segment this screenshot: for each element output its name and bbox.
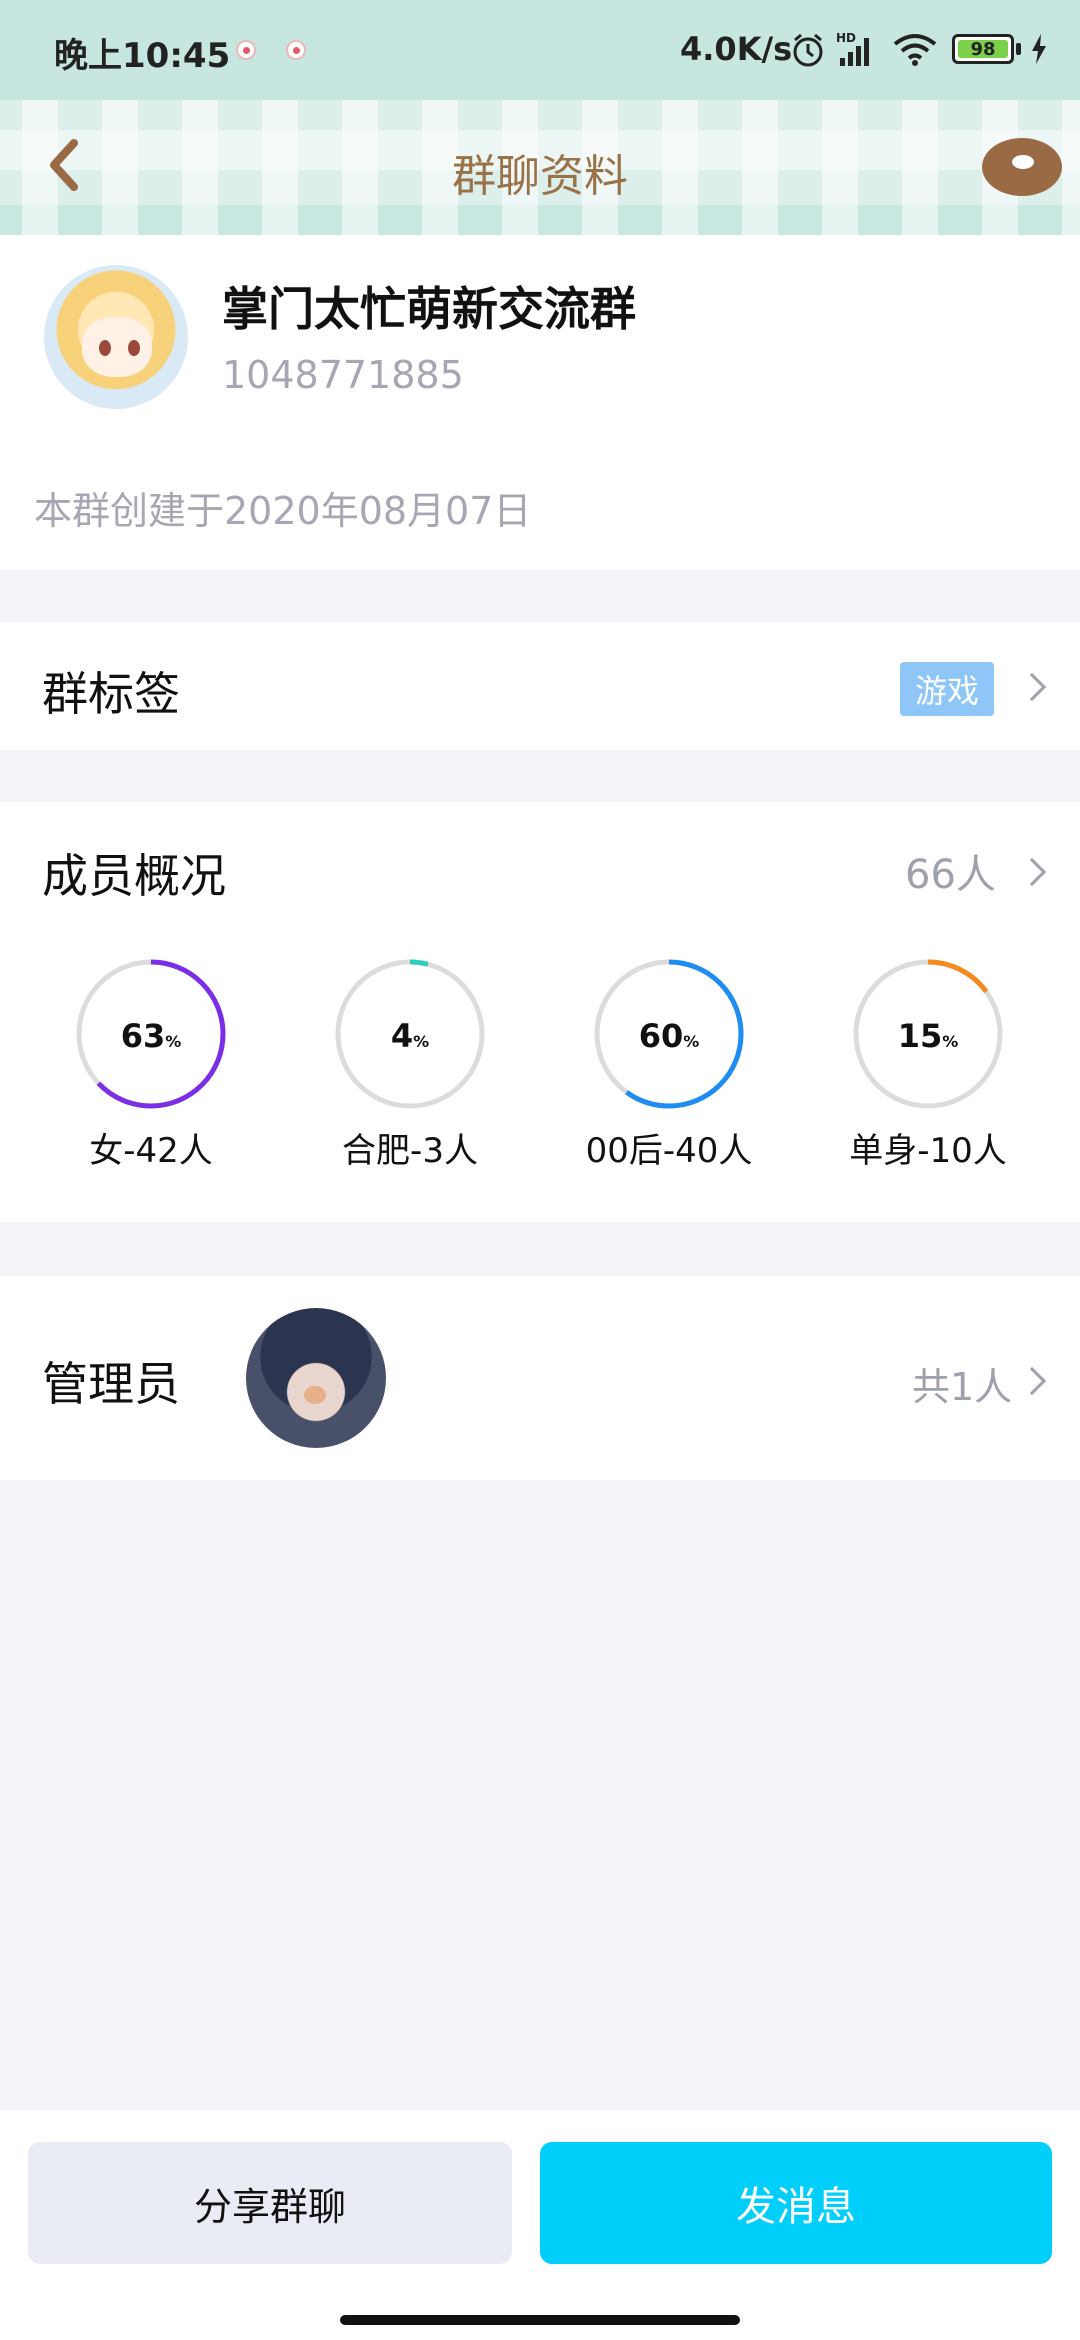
battery-icon: 98	[952, 34, 1014, 64]
wifi-icon	[893, 34, 937, 66]
chevron-right-icon	[1017, 672, 1047, 702]
group-tags-label: 群标签	[42, 667, 180, 721]
chevron-right-icon	[1017, 857, 1047, 887]
send-message-button[interactable]: 发消息	[540, 2142, 1052, 2264]
stat-value: 60%	[549, 1017, 789, 1055]
member-count[interactable]: 66人	[905, 842, 996, 900]
member-overview-label: 成员概况	[42, 849, 226, 903]
group-info-card: 掌门太忙萌新交流群 1048771885 本群创建于2020年08月07日	[0, 235, 1080, 570]
stat-number: 15	[897, 1017, 943, 1055]
stat-unit: %	[165, 1032, 182, 1051]
stat-label: 单身-10人	[849, 1131, 1007, 1171]
avatar[interactable]	[246, 1308, 386, 1448]
battery-tip	[1016, 43, 1021, 55]
member-stat[interactable]: 60% 00后-40人	[549, 957, 789, 1172]
hd-signal-icon: HD	[836, 31, 869, 66]
stat-value: 63%	[31, 1017, 271, 1055]
member-stat[interactable]: 4% 合肥-3人	[290, 957, 530, 1172]
donut-icon[interactable]	[982, 138, 1062, 196]
avatar-sticker	[304, 1386, 326, 1404]
stat-number: 4	[390, 1017, 414, 1055]
avatar-eye	[99, 340, 111, 356]
svg-text:HD: HD	[836, 31, 856, 45]
status-time: 晚上10:45	[54, 36, 231, 76]
stat-label: 合肥-3人	[342, 1131, 478, 1171]
status-bar: 晚上10:45 4.0K/s HD 98	[0, 0, 1080, 100]
stat-value: 4%	[290, 1017, 530, 1055]
member-stat[interactable]: 63% 女-42人	[31, 957, 271, 1172]
admin-count: 共1人	[912, 1365, 1013, 1409]
notification-heart-icon	[286, 40, 306, 60]
stat-unit: %	[942, 1032, 959, 1051]
member-stat[interactable]: 15% 单身-10人	[808, 957, 1048, 1172]
bottom-action-bar: 分享群聊 发消息	[0, 2110, 1080, 2340]
page-title: 群聊资料	[452, 151, 628, 202]
group-created-date: 本群创建于2020年08月07日	[34, 489, 532, 533]
stat-number: 60	[638, 1017, 684, 1055]
group-avatar[interactable]	[44, 265, 188, 409]
charging-icon	[1032, 34, 1046, 64]
group-id: 1048771885	[222, 353, 464, 397]
notification-heart-icon	[236, 40, 256, 60]
avatar-face	[82, 317, 152, 377]
group-name: 掌门太忙萌新交流群	[222, 282, 636, 336]
share-group-button[interactable]: 分享群聊	[28, 2142, 512, 2264]
chevron-right-icon	[1017, 1366, 1047, 1396]
group-tags-row[interactable]: 群标签 游戏	[0, 622, 1080, 750]
tag-badge: 游戏	[900, 662, 994, 716]
network-speed: 4.0K/s	[680, 30, 793, 68]
admin-row[interactable]: 管理员 共1人	[0, 1276, 1080, 1480]
stat-label: 00后-40人	[585, 1131, 753, 1171]
alarm-icon	[793, 33, 823, 67]
avatar-eye	[128, 340, 140, 356]
stat-label: 女-42人	[89, 1131, 213, 1171]
stat-unit: %	[683, 1032, 700, 1051]
member-overview-card: 成员概况 66人 63% 女-42人 4% 合肥-3人 60% 00后-40人 …	[0, 802, 1080, 1222]
battery-level: 98	[958, 39, 1008, 60]
stat-number: 63	[120, 1017, 166, 1055]
stat-value: 15%	[808, 1017, 1048, 1055]
stat-unit: %	[413, 1032, 430, 1051]
home-indicator	[340, 2315, 740, 2325]
admin-label: 管理员	[42, 1357, 180, 1411]
